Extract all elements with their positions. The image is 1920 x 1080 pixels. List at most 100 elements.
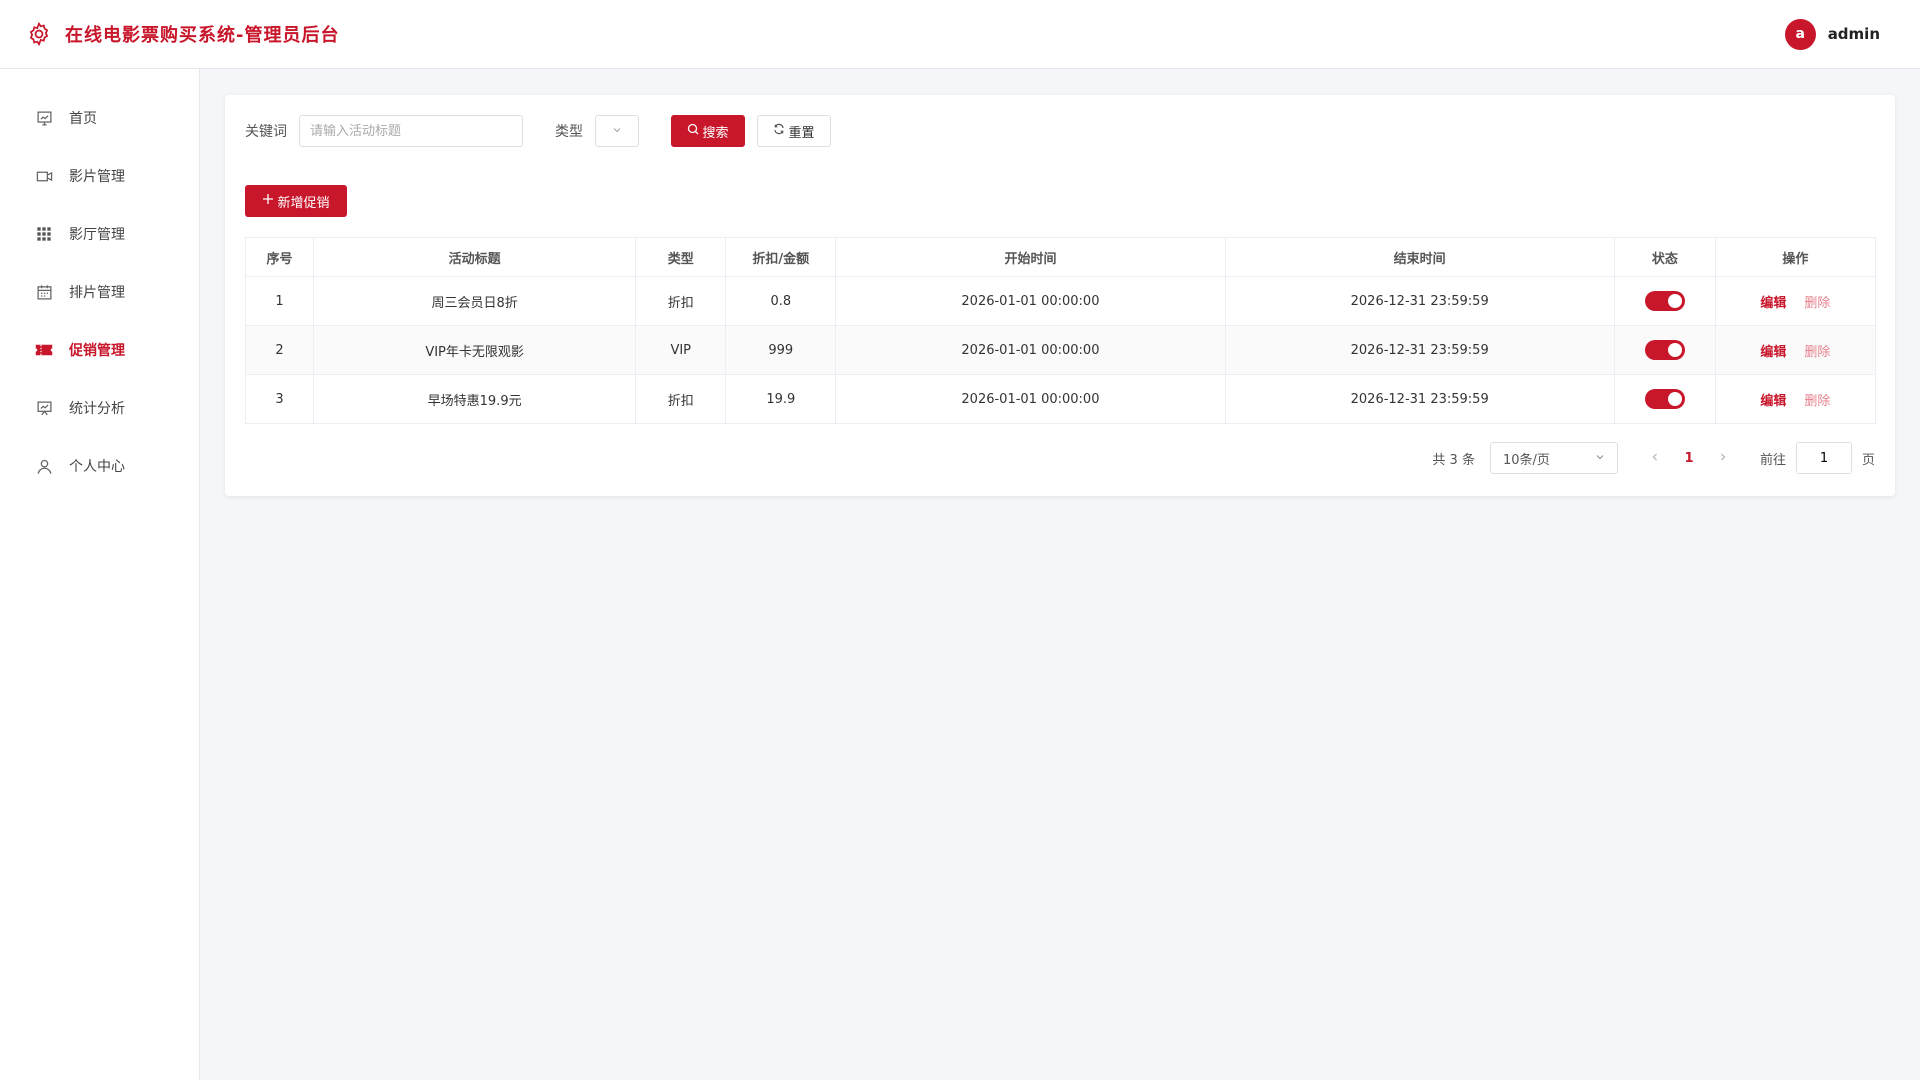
status-toggle[interactable] <box>1644 291 1685 311</box>
user-menu[interactable]: a admin <box>1784 18 1880 50</box>
chevron-down-icon <box>1595 451 1605 466</box>
type-label: 类型 <box>555 124 583 140</box>
next-page-icon[interactable] <box>1708 451 1738 466</box>
sidebar-item-label: 促销管理 <box>69 343 125 359</box>
add-promotion-button[interactable]: 新增促销 <box>245 185 347 217</box>
cell-type: 折扣 <box>635 374 727 424</box>
sidebar-item-label: 个人中心 <box>69 459 125 475</box>
column-header: 状态 <box>1613 237 1716 277</box>
gear-icon <box>25 20 53 48</box>
pagination: 共 3 条 10条/页 1 前往 页 <box>245 442 1875 474</box>
refresh-icon <box>773 123 785 139</box>
edit-link[interactable]: 编辑 <box>1760 394 1786 409</box>
username[interactable]: admin <box>1828 25 1880 43</box>
calendar-icon <box>35 283 53 301</box>
search-button-label: 搜索 <box>702 125 729 141</box>
reset-button-label: 重置 <box>788 125 815 141</box>
goto-label: 前往 <box>1759 452 1786 468</box>
table-row: 1 周三会员日8折 折扣 0.8 2026-01-01 00:00:00 202… <box>244 276 1877 326</box>
page-size-value: 10条/页 <box>1502 452 1550 468</box>
cell-type: 折扣 <box>635 276 727 326</box>
status-toggle[interactable] <box>1644 389 1685 409</box>
type-select[interactable] <box>595 115 639 147</box>
cell-start-time: 2026-01-01 00:00:00 <box>835 276 1226 326</box>
delete-link[interactable]: 删除 <box>1804 345 1830 360</box>
sidebar-item-label: 排片管理 <box>69 285 125 301</box>
total-count: 共 3 条 <box>1432 452 1475 468</box>
promotion-table: 序号 活动标题 类型 折扣/金额 开始时间 结束时间 状态 操作 1 周三会员日… <box>244 237 1877 424</box>
cell-start-time: 2026-01-01 00:00:00 <box>835 374 1226 424</box>
reset-button[interactable]: 重置 <box>757 115 831 147</box>
sidebar: 首页 影片管理 影厅管理 排片管理 促销管理 统计分析 个人中心 <box>0 69 200 1080</box>
column-header: 序号 <box>244 237 315 277</box>
add-button-label: 新增促销 <box>277 195 330 211</box>
plus-icon <box>262 193 274 209</box>
page-size-select[interactable]: 10条/页 <box>1489 442 1618 474</box>
sidebar-item-label: 首页 <box>69 111 97 127</box>
cell-amount: 0.8 <box>725 276 837 326</box>
table-row: 3 早场特惠19.9元 折扣 19.9 2026-01-01 00:00:00 … <box>244 374 1877 424</box>
cell-status <box>1613 276 1716 326</box>
cell-title: 早场特惠19.9元 <box>313 374 637 424</box>
cell-amount: 999 <box>725 325 837 375</box>
table-row: 2 VIP年卡无限观影 VIP 999 2026-01-01 00:00:00 … <box>244 325 1877 375</box>
avatar[interactable]: a <box>1784 18 1816 50</box>
page-number[interactable]: 1 <box>1674 451 1704 466</box>
edit-link[interactable]: 编辑 <box>1760 296 1786 311</box>
sidebar-item-movies[interactable]: 影片管理 <box>0 147 199 205</box>
cell-status <box>1613 374 1716 424</box>
grid-icon <box>35 225 53 243</box>
cell-start-time: 2026-01-01 00:00:00 <box>835 325 1226 375</box>
status-toggle[interactable] <box>1644 340 1685 360</box>
sidebar-item-halls[interactable]: 影厅管理 <box>0 205 199 263</box>
delete-link[interactable]: 删除 <box>1804 394 1830 409</box>
cell-amount: 19.9 <box>725 374 837 424</box>
cell-end-time: 2026-12-31 23:59:59 <box>1224 276 1615 326</box>
search-icon <box>687 123 699 139</box>
cell-end-time: 2026-12-31 23:59:59 <box>1224 325 1615 375</box>
cell-type: VIP <box>635 325 727 375</box>
cell-actions: 编辑 删除 <box>1714 374 1877 424</box>
keyword-label: 关键词 <box>245 124 287 140</box>
cell-end-time: 2026-12-31 23:59:59 <box>1224 374 1615 424</box>
top-header: 在线电影票购买系统-管理员后台 a admin <box>0 0 1920 69</box>
cell-title: VIP年卡无限观影 <box>313 325 637 375</box>
chevron-down-icon <box>612 123 622 139</box>
presentation-icon <box>35 399 53 417</box>
search-button[interactable]: 搜索 <box>671 115 745 147</box>
toolbar: 新增促销 <box>245 185 1875 217</box>
cell-actions: 编辑 删除 <box>1714 276 1877 326</box>
app-title: 在线电影票购买系统-管理员后台 <box>65 25 340 46</box>
sidebar-item-promotions[interactable]: 促销管理 <box>0 321 199 379</box>
edit-link[interactable]: 编辑 <box>1760 345 1786 360</box>
sidebar-item-label: 影厅管理 <box>69 227 125 243</box>
sidebar-item-label: 影片管理 <box>69 169 125 185</box>
sidebar-item-profile[interactable]: 个人中心 <box>0 437 199 495</box>
column-header: 活动标题 <box>313 237 637 277</box>
promotion-card: 关键词 类型 搜索 重置 <box>225 95 1895 496</box>
cell-index: 1 <box>244 276 315 326</box>
table-header-row: 序号 活动标题 类型 折扣/金额 开始时间 结束时间 状态 操作 <box>244 237 1877 277</box>
prev-page-icon[interactable] <box>1640 451 1670 466</box>
column-header: 结束时间 <box>1224 237 1615 277</box>
keyword-input[interactable] <box>299 115 523 147</box>
goto-page-input[interactable] <box>1795 442 1852 474</box>
sidebar-item-home[interactable]: 首页 <box>0 89 199 147</box>
main-content: 关键词 类型 搜索 重置 <box>225 95 1895 496</box>
page-suffix: 页 <box>1861 452 1875 468</box>
cell-index: 2 <box>244 325 315 375</box>
sidebar-item-statistics[interactable]: 统计分析 <box>0 379 199 437</box>
cell-status <box>1613 325 1716 375</box>
cell-actions: 编辑 删除 <box>1714 325 1877 375</box>
column-header: 操作 <box>1714 237 1877 277</box>
sidebar-item-schedule[interactable]: 排片管理 <box>0 263 199 321</box>
brand: 在线电影票购买系统-管理员后台 <box>25 20 339 48</box>
delete-link[interactable]: 删除 <box>1804 296 1830 311</box>
column-header: 折扣/金额 <box>725 237 837 277</box>
cell-title: 周三会员日8折 <box>313 276 637 326</box>
search-bar: 关键词 类型 搜索 重置 <box>245 115 1875 147</box>
cell-index: 3 <box>244 374 315 424</box>
column-header: 类型 <box>635 237 727 277</box>
monitor-chart-icon <box>35 109 53 127</box>
video-camera-icon <box>35 167 53 185</box>
